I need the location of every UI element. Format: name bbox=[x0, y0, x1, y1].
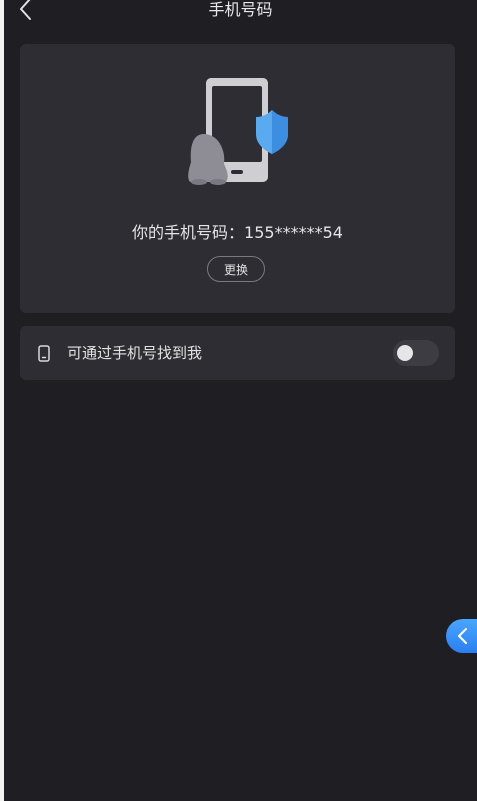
phone-number-card: 你的手机号码：155******54 更换 bbox=[20, 44, 455, 313]
navigation-bar: 手机号码 bbox=[4, 0, 477, 22]
find-by-phone-label: 可通过手机号找到我 bbox=[67, 344, 203, 362]
find-by-phone-setting-row[interactable]: 可通过手机号找到我 bbox=[20, 326, 455, 380]
change-number-button[interactable]: 更换 bbox=[207, 256, 265, 282]
chevron-left-icon bbox=[458, 628, 467, 644]
mobile-phone-icon bbox=[38, 345, 50, 362]
toggle-knob bbox=[397, 345, 413, 361]
floating-side-button[interactable] bbox=[446, 619, 477, 653]
phone-number-text: 你的手机号码：155******54 bbox=[132, 223, 343, 242]
find-by-phone-toggle[interactable] bbox=[393, 340, 439, 366]
page-title: 手机号码 bbox=[208, 0, 273, 19]
phone-shield-penguin-illustration bbox=[188, 78, 288, 185]
phone-number-screen: 手机号码 你的手机号码：155******54 更换 可通过手机号找到我 bbox=[4, 0, 477, 801]
